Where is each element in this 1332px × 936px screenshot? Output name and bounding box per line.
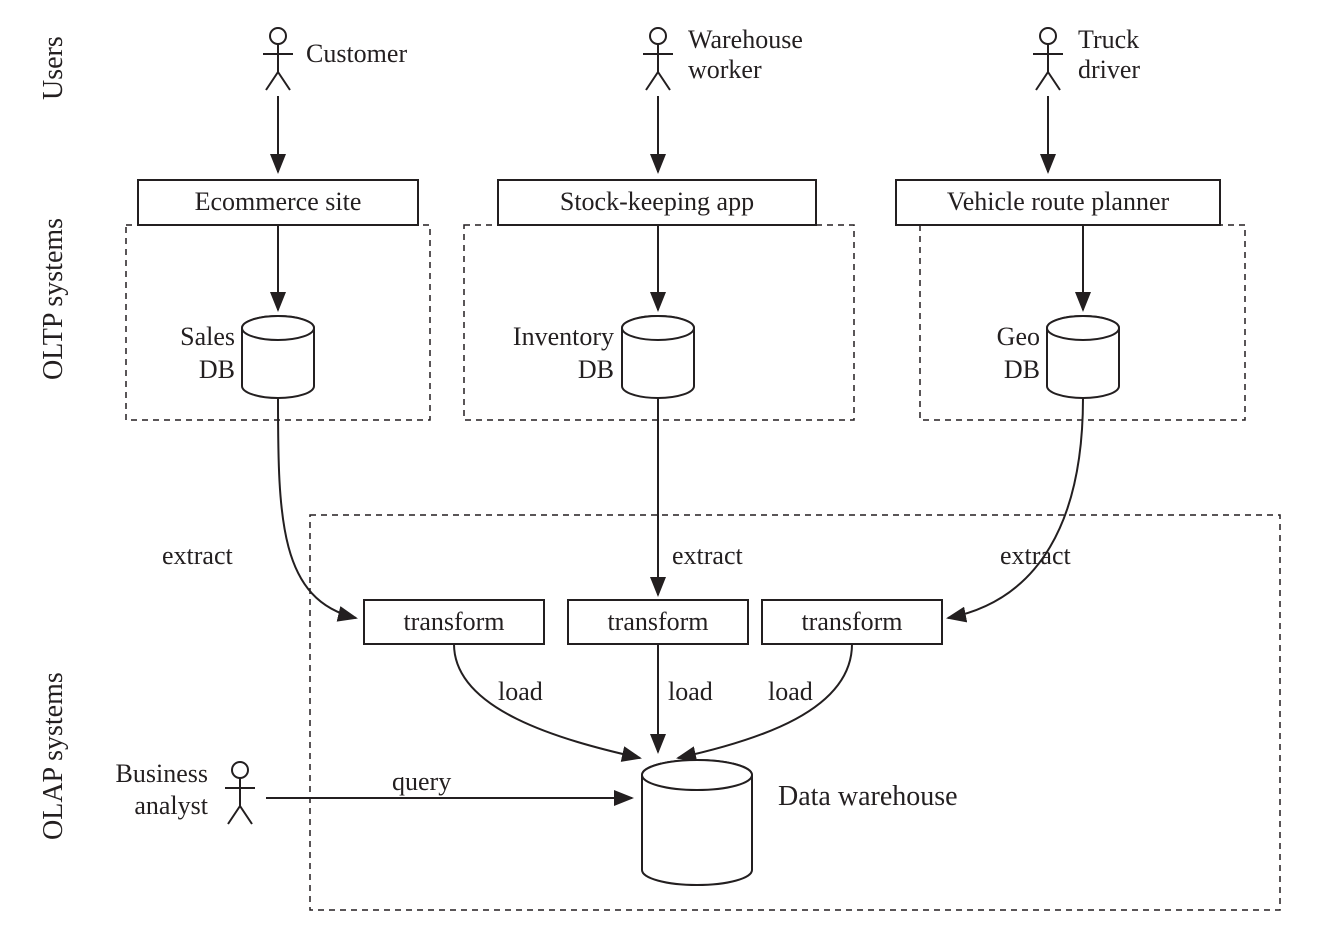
inventory-db-label-2: DB: [578, 355, 614, 384]
extract-label-2: extract: [672, 541, 744, 570]
geo-db-label-2: DB: [1004, 355, 1040, 384]
sales-db-icon: [242, 316, 314, 398]
business-analyst-actor: [225, 762, 255, 824]
data-warehouse-icon: [642, 760, 752, 885]
arrow-extract-3: [948, 398, 1083, 618]
transform-label-3: transform: [801, 607, 902, 636]
load-label-3: load: [768, 677, 813, 706]
ecommerce-label: Ecommerce site: [195, 187, 362, 216]
transform-label-1: transform: [403, 607, 504, 636]
business-analyst-label-1: Business: [116, 759, 208, 788]
customer-actor: [263, 28, 293, 90]
section-oltp-label: OLTP systems: [38, 218, 69, 380]
warehouse-worker-label-1: Warehouse: [688, 25, 803, 54]
truck-driver-actor: [1033, 28, 1063, 90]
section-olap-label: OLAP systems: [38, 672, 69, 840]
query-label: query: [392, 767, 451, 796]
geo-db-label-1: Geo: [997, 322, 1040, 351]
truck-driver-label-2: driver: [1078, 55, 1140, 84]
arrow-load-1: [454, 644, 640, 758]
sales-db-label-1: Sales: [180, 322, 235, 351]
geo-db-icon: [1047, 316, 1119, 398]
transform-label-2: transform: [607, 607, 708, 636]
extract-label-1: extract: [162, 541, 234, 570]
extract-label-3: extract: [1000, 541, 1072, 570]
customer-label: Customer: [306, 39, 407, 68]
olap-box: [310, 515, 1280, 910]
inventory-db-label-1: Inventory: [513, 322, 614, 351]
load-label-2: load: [668, 677, 713, 706]
stock-keeping-label: Stock-keeping app: [560, 187, 754, 216]
warehouse-worker-actor: [643, 28, 673, 90]
warehouse-worker-label-2: worker: [688, 55, 762, 84]
arrow-extract-1: [278, 398, 356, 618]
inventory-db-icon: [622, 316, 694, 398]
route-planner-label: Vehicle route planner: [947, 187, 1170, 216]
business-analyst-label-2: analyst: [134, 791, 208, 820]
data-warehouse-label: Data warehouse: [778, 781, 958, 812]
truck-driver-label-1: Truck: [1078, 25, 1139, 54]
section-users-label: Users: [38, 36, 69, 100]
sales-db-label-2: DB: [199, 355, 235, 384]
load-label-1: load: [498, 677, 543, 706]
etl-architecture-diagram: Users OLTP systems OLAP systems Customer…: [0, 0, 1332, 936]
